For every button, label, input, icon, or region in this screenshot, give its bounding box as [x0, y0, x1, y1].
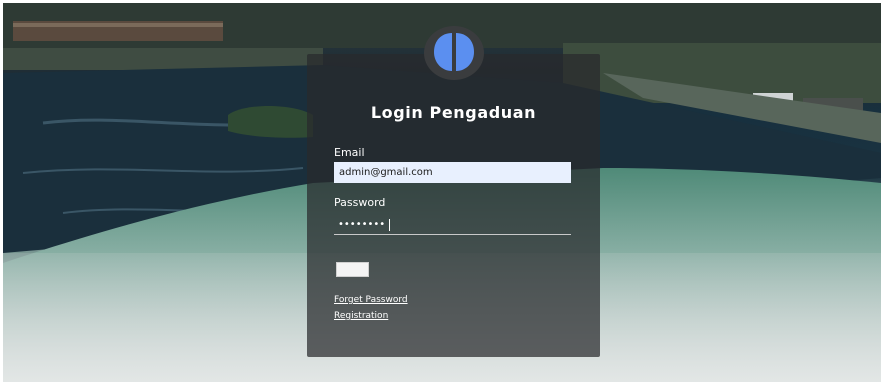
login-title: Login Pengaduan [370, 103, 537, 122]
password-label: Password [334, 196, 386, 209]
forget-password-link[interactable]: Forget Password [334, 295, 408, 305]
email-input[interactable] [334, 162, 571, 183]
brain-logo-icon [424, 26, 484, 80]
text-caret [389, 219, 390, 231]
registration-link[interactable]: Registration [334, 311, 388, 321]
password-input[interactable] [334, 214, 571, 235]
email-label: Email [334, 146, 365, 159]
login-submit-button[interactable] [336, 262, 369, 277]
